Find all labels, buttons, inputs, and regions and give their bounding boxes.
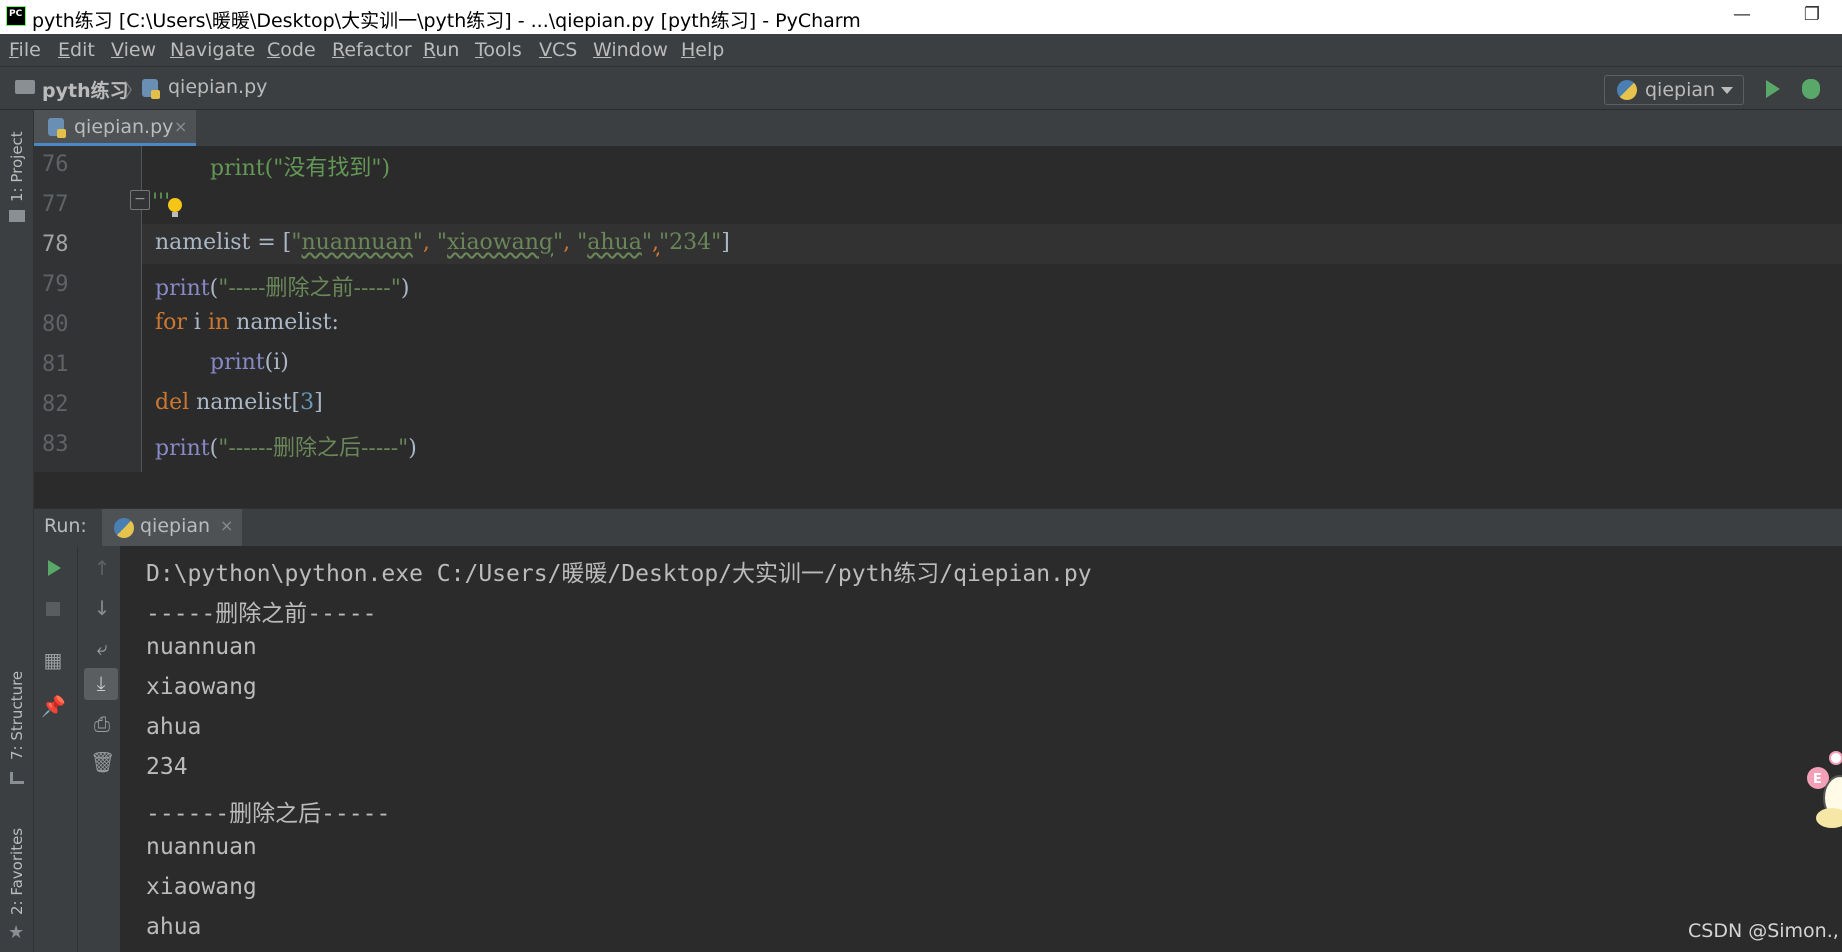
project-tool-tab[interactable]: 1: Project: [8, 131, 26, 202]
breadcrumb-file[interactable]: qiepian.py: [168, 76, 267, 98]
run-configuration-label: qiepian: [1645, 79, 1716, 101]
tab-qiepian-py[interactable]: qiepian.py ×: [34, 110, 196, 146]
left-tool-strip: 1: Project 7: Structure 2: Favorites ★: [0, 110, 34, 952]
code-line-78: namelist = ["nuannuan", "xiaowang", "ahu…: [155, 230, 730, 255]
console-line: -----删除之前-----: [146, 601, 377, 627]
line-number-gutter: 76 77 78 79 80 81 82 83: [34, 146, 142, 472]
code-line-82: del namelist[3]: [155, 390, 323, 415]
run-toolbar: ▦ 📌 ↑ ↓ ⤶ ⤓ ⎙ 🗑: [34, 546, 120, 952]
python-icon: [114, 518, 134, 538]
trash-icon[interactable]: 🗑: [90, 750, 115, 774]
console-line: ahua: [146, 914, 202, 940]
editor-tab-bar: qiepian.py ×: [34, 110, 1842, 146]
menu-run[interactable]: Run: [423, 39, 459, 61]
menu-edit[interactable]: Edit: [58, 39, 95, 61]
arrow-down-icon[interactable]: ↓: [90, 596, 114, 620]
scroll-to-end-button[interactable]: ⤓: [84, 668, 118, 700]
debug-bug-icon[interactable]: [1802, 79, 1820, 99]
lightbulb-icon[interactable]: [168, 198, 182, 217]
console-line: ------删除之后-----: [146, 801, 391, 827]
code-line-79: print("-----删除之前-----"): [155, 276, 410, 301]
pin-icon[interactable]: 📌: [41, 694, 66, 718]
line-number: 82: [42, 392, 69, 417]
structure-tool-tab[interactable]: 7: Structure: [8, 671, 26, 760]
star-icon: ★: [8, 922, 25, 943]
menu-bar: File Edit View Navigate Code Refactor Ru…: [0, 34, 1842, 66]
console-line: nuannuan: [146, 834, 257, 860]
menu-help[interactable]: Help: [681, 39, 724, 61]
stop-icon[interactable]: [46, 602, 60, 616]
line-number: 81: [42, 352, 69, 377]
close-icon[interactable]: ×: [174, 117, 187, 136]
maximize-button[interactable]: ❐: [1792, 4, 1832, 30]
menu-view[interactable]: View: [111, 39, 156, 61]
line-number: 76: [42, 152, 69, 177]
menu-refactor[interactable]: Refactor: [332, 39, 412, 61]
console-line: 234: [146, 754, 188, 780]
run-console[interactable]: D:\python\python.exe C:/Users/暖暖/Desktop…: [120, 546, 1842, 952]
print-icon[interactable]: ⎙: [90, 712, 114, 736]
fold-marker-icon[interactable]: −: [130, 190, 150, 210]
menu-vcs[interactable]: VCS: [539, 39, 577, 61]
console-line: xiaowang: [146, 874, 257, 900]
console-line: xiaowang: [146, 674, 257, 700]
run-tab-label: qiepian: [140, 515, 211, 537]
chevron-down-icon: [1721, 87, 1733, 94]
run-tab-qiepian[interactable]: qiepian ×: [102, 509, 242, 547]
navigation-bar: pyth练习 〉 qiepian.py qiepian: [0, 66, 1842, 110]
close-icon[interactable]: ×: [220, 516, 233, 535]
line-number: 79: [42, 272, 69, 297]
code-line-81: print(i): [210, 350, 289, 375]
tab-label: qiepian.py: [74, 116, 174, 138]
code-line-83: print("------删除之后-----"): [155, 436, 417, 461]
python-file-icon: [48, 118, 66, 138]
console-line: D:\python\python.exe C:/Users/暖暖/Desktop…: [146, 561, 1092, 587]
pycharm-app-icon: [6, 6, 26, 26]
folder-icon: [15, 80, 35, 94]
toolbar-divider: [77, 546, 78, 952]
line-number: 80: [42, 312, 69, 337]
breadcrumb-separator: 〉: [124, 80, 144, 102]
structure-icon: [10, 772, 24, 784]
console-line: nuannuan: [146, 634, 257, 660]
menu-tools[interactable]: Tools: [475, 39, 522, 61]
watermark: CSDN @Simon.,: [1688, 920, 1839, 942]
favorites-tool-tab[interactable]: 2: Favorites: [8, 828, 26, 915]
play-icon[interactable]: [48, 560, 61, 576]
python-file-icon: [142, 79, 160, 99]
run-play-icon[interactable]: [1766, 80, 1780, 98]
console-line: ahua: [146, 714, 202, 740]
code-line-76: print("没有找到"): [210, 156, 391, 181]
minimize-button[interactable]: —: [1722, 4, 1762, 30]
decorative-sticker-icon: E: [1807, 751, 1842, 828]
menu-file[interactable]: File: [9, 39, 41, 61]
project-folder-icon: [9, 210, 25, 222]
run-panel-header: Run: qiepian ×: [34, 508, 1842, 547]
scroll-to-end-icon: ⤓: [96, 671, 106, 695]
run-panel-label: Run:: [44, 515, 87, 537]
soft-wrap-icon[interactable]: ⤶: [90, 636, 114, 660]
python-icon: [1617, 80, 1637, 100]
title-bar: pyth练习 [C:\Users\暖暖\Desktop\大实训一\pyth练习]…: [0, 0, 1842, 34]
layout-icon[interactable]: ▦: [41, 648, 65, 672]
line-number: 83: [42, 432, 69, 457]
menu-navigate[interactable]: Navigate: [170, 39, 255, 61]
run-configuration-select[interactable]: qiepian: [1604, 75, 1744, 105]
menu-code[interactable]: Code: [267, 39, 316, 61]
breadcrumb-project[interactable]: pyth练习: [42, 76, 129, 103]
menu-window[interactable]: Window: [593, 39, 668, 61]
svg-text:E: E: [1813, 772, 1822, 787]
window-title: pyth练习 [C:\Users\暖暖\Desktop\大实训一\pyth练习]…: [32, 10, 861, 32]
line-number: 77: [42, 192, 69, 217]
arrow-up-icon[interactable]: ↑: [90, 556, 114, 580]
code-line-80: for i in namelist:: [155, 310, 339, 335]
code-editor[interactable]: 76 77 78 79 80 81 82 83 − print("没有找到") …: [34, 146, 1842, 472]
line-number-current: 78: [42, 232, 69, 257]
